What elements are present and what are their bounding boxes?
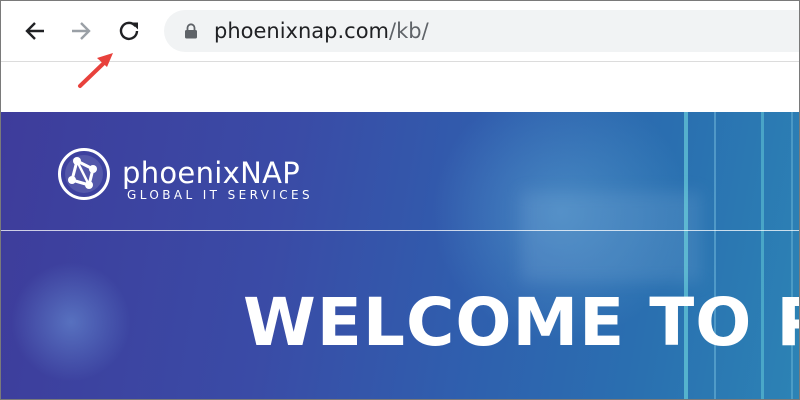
brand-tagline: GLOBAL IT SERVICES — [127, 188, 314, 202]
arrow-left-icon — [25, 22, 44, 40]
hero-banner: phoenixNAP GLOBAL IT SERVICES WELCOME TO… — [1, 112, 799, 399]
forward-button[interactable] — [65, 15, 97, 47]
url-text: phoenixnap.com/kb/ — [214, 19, 429, 43]
hero-headline: WELCOME TO P — [243, 284, 799, 361]
url-path: /kb/ — [389, 19, 429, 43]
brand-name[interactable]: phoenixNAP — [122, 158, 300, 188]
url-host: phoenixnap.com — [214, 19, 390, 43]
background-glow — [11, 262, 131, 382]
back-button[interactable] — [19, 15, 51, 47]
header-divider — [1, 230, 799, 231]
screenshot-frame: phoenixnap.com/kb/ phoenixNAP GLOBAL IT … — [0, 0, 800, 400]
red-pointer-arrow-icon — [78, 53, 113, 88]
arrow-right-icon — [72, 22, 91, 40]
lock-icon — [185, 23, 197, 39]
address-bar[interactable]: phoenixnap.com/kb/ — [164, 10, 799, 52]
phoenixnap-logo-icon[interactable] — [57, 147, 111, 201]
reload-button[interactable] — [113, 15, 145, 47]
reload-icon — [119, 21, 139, 40]
background-glow — [521, 192, 701, 282]
